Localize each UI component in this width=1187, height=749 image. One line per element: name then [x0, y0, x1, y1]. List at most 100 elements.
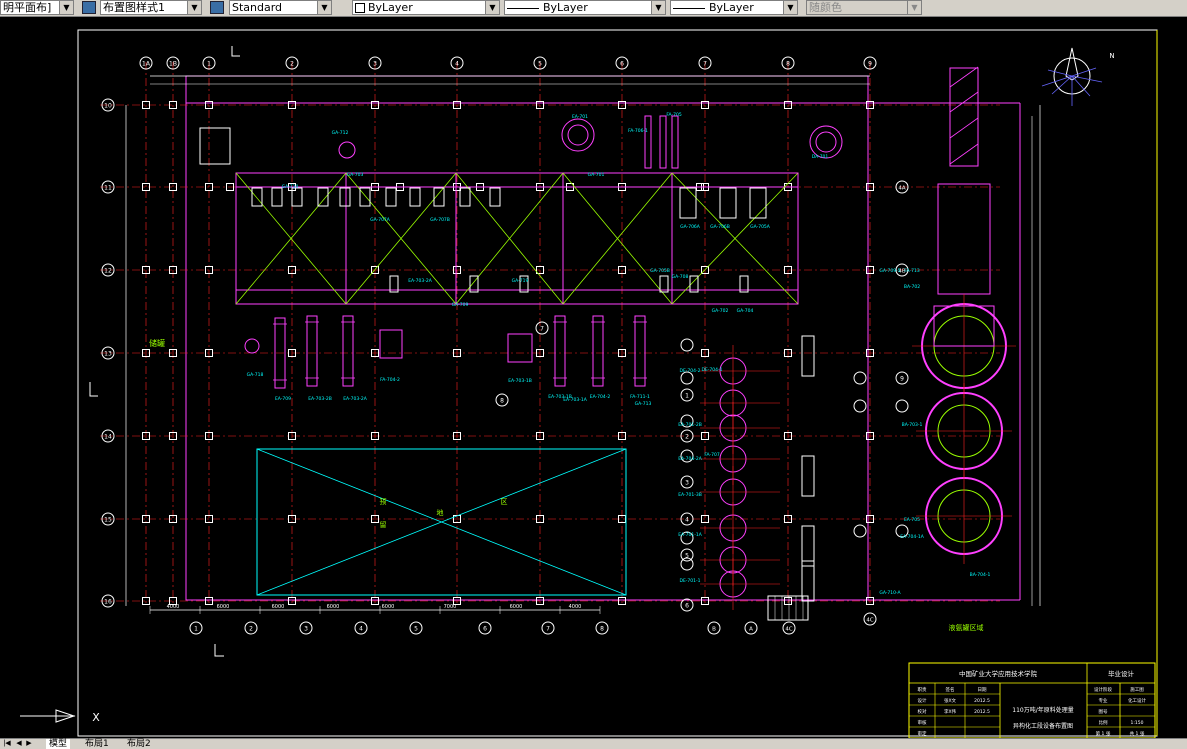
dimension-text: 6000 — [327, 604, 340, 610]
equipment-tag: BA-703-1 — [902, 422, 923, 428]
column-tower — [659, 115, 667, 169]
equipment-tag: DE-704-2 — [679, 368, 700, 374]
equipment-tag: DE-701-1 — [679, 578, 700, 584]
project-title-2: 异构化工段设备布置图 — [1013, 722, 1073, 730]
grid-bubble-label: A — [749, 627, 753, 633]
steel-structure-frame — [235, 172, 799, 305]
equipment-pump — [385, 187, 397, 207]
chevron-down-icon[interactable]: ▼ — [59, 1, 73, 14]
grid-bubble-label: 16 — [104, 599, 112, 606]
chevron-down-icon[interactable]: ▼ — [651, 1, 665, 14]
heat-exchanger — [801, 560, 815, 602]
equipment-tag: GA-708 — [672, 274, 689, 280]
dimension-text: 4000 — [167, 604, 180, 610]
equipment-pump — [271, 187, 283, 207]
tank-top-inner — [567, 124, 589, 146]
dimension-text: 6000 — [382, 604, 395, 610]
multileader-style-icon[interactable] — [82, 1, 96, 14]
section-marker-icon — [89, 382, 98, 397]
duct-diagonal — [949, 143, 979, 165]
duct-diagonal — [949, 117, 979, 139]
equipment-tag: GA-718 — [247, 372, 264, 378]
annotation-style-combo[interactable]: 布置图样式1 ▼ — [100, 0, 202, 15]
ucs-x-label: X — [92, 711, 100, 724]
grid-bubble-label: 6 — [620, 61, 624, 68]
reserved-text: 留 — [380, 520, 387, 529]
title-right-label: 专业 — [1099, 697, 1108, 704]
color-combo[interactable]: ByLayer ▼ — [352, 0, 500, 15]
layout-combo[interactable]: 明平面布] ▼ — [0, 0, 74, 15]
equipment-tag: GA-709 — [452, 302, 469, 308]
title-col-label: 日期 — [978, 687, 987, 693]
equipment-tag: EA-703-2A — [408, 278, 433, 284]
drawing-canvas[interactable]: 1A 1B 1 2 3 4 5 6 7 8 9101112131415161 2 3 4 5 6 7 8 B A 4C4… — [0, 16, 1187, 738]
grid-bubble-label: 9 — [868, 61, 872, 68]
chevron-down-icon[interactable]: ▼ — [187, 1, 201, 14]
vertical-vessel — [592, 315, 604, 387]
heat-exchanger — [801, 455, 815, 497]
chevron-down-icon: ▼ — [907, 1, 921, 14]
equipment-tag: FA-707 — [704, 452, 720, 458]
title-row-label: 设计 — [918, 697, 927, 704]
title-right-label: 图号 — [1099, 709, 1108, 715]
text-style-combo[interactable]: Standard ▼ — [229, 0, 332, 15]
section-marker-icon — [231, 46, 240, 57]
grid-bubble-label: 7 — [703, 61, 707, 68]
duct-diagonal — [949, 91, 979, 113]
designer-name: 张X文 — [944, 697, 957, 704]
stack-duct — [949, 67, 979, 167]
grid-bubble-label: 1 — [194, 626, 198, 633]
dimension-text: 6000 — [510, 604, 523, 610]
design-date: 2012.5 — [974, 698, 990, 704]
lineweight-value: ByLayer — [709, 1, 754, 14]
grid-bubble-label: 4 — [359, 626, 363, 633]
circle-callout-label: 3 — [685, 480, 689, 487]
control-panel — [199, 127, 231, 165]
grid-bubble-label: 1 — [207, 61, 211, 68]
color-value: ByLayer — [368, 1, 413, 14]
chevron-down-icon[interactable]: ▼ — [317, 1, 331, 14]
title-right-label: 比例 — [1099, 719, 1108, 726]
grid-bubble-label: 3 — [304, 626, 308, 633]
grid-bubble-label: 1A — [142, 61, 151, 68]
color-swatch-icon — [355, 3, 365, 13]
chevron-down-icon[interactable]: ▼ — [783, 1, 797, 14]
lineweight-combo[interactable]: ByLayer ▼ — [670, 0, 798, 15]
equipment-tag: EA-703-1A — [563, 397, 588, 403]
grid-bubble-label: B — [712, 627, 716, 633]
chevron-down-icon[interactable]: ▼ — [485, 1, 499, 14]
compass-ray — [1041, 75, 1073, 87]
plotstyle-value: 随颜色 — [809, 1, 842, 14]
vertical-vessel — [342, 315, 354, 387]
circle-callout — [680, 557, 694, 571]
equipment-pump — [489, 187, 501, 207]
grid-bubble-label: 11 — [104, 185, 112, 192]
grid-bubble-label: 14 — [104, 434, 112, 441]
circle-callout-label: 8 — [500, 398, 504, 405]
equipment-tag: GA-704 — [737, 308, 754, 314]
title-right-value: 化工设计 — [1128, 697, 1146, 704]
linetype-combo[interactable]: ByLayer ▼ — [504, 0, 666, 15]
equipment-pump — [359, 187, 371, 207]
equipment-tag: FA-711-1 — [630, 394, 650, 400]
grid-bubble-label: 2 — [290, 61, 294, 68]
circle-callout-label: 5 — [685, 553, 689, 560]
title-row-label: 职责 — [918, 686, 927, 693]
grid-bubble-label: 8 — [786, 61, 790, 68]
equipment-tag: EA-704-2 — [590, 394, 611, 400]
grid-bubble-label: 7 — [546, 626, 550, 633]
grid-bubble-label: 15 — [104, 517, 112, 524]
title-right-label: 第 1 张 — [1096, 730, 1111, 737]
drawing-border — [77, 29, 1158, 737]
linetype-preview-icon — [507, 7, 539, 9]
reserved-text: 区 — [501, 498, 508, 506]
exchanger — [379, 329, 403, 359]
school-name: 中国矿业大学应用技术学院 — [959, 669, 1038, 678]
grid-bubble-label: 2 — [249, 626, 253, 633]
text-style-icon[interactable] — [210, 1, 224, 14]
tank-farm-column — [937, 183, 991, 295]
equipment-tag: EA-703-2A — [343, 396, 368, 402]
title-col-label: 签名 — [946, 686, 955, 693]
vertical-vessel — [306, 315, 318, 387]
reserved-text: 地 — [437, 508, 444, 517]
